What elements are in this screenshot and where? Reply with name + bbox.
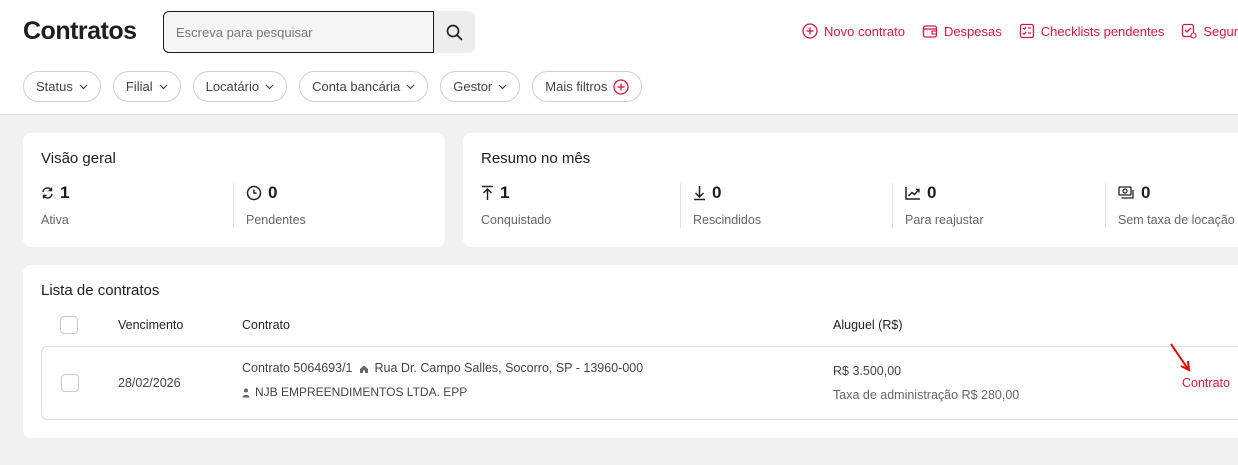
filter-manager[interactable]: Gestor [440, 71, 521, 102]
plus-circle-icon [613, 78, 630, 95]
overview-card: Visão geral 1 Ativa 0 Pendentes [23, 133, 445, 247]
column-due[interactable]: Vencimento [118, 318, 183, 332]
new-contract-label: Novo contrato [824, 23, 905, 39]
chevron-down-icon [79, 84, 88, 89]
home-icon [359, 365, 368, 373]
filter-branch[interactable]: Filial [112, 71, 181, 102]
row-checkbox[interactable] [61, 374, 79, 392]
row-tenant-line: NJB EMPREENDIMENTOS LTDA. EPP [242, 385, 467, 399]
stat-terminated-label: Rescindidos [693, 213, 762, 227]
stat-terminated: 0 Rescindidos [693, 183, 761, 227]
filter-bank-account-label: Conta bancária [312, 79, 401, 94]
row-contract-id[interactable]: Contrato 5064693/1 [242, 361, 353, 375]
contract-link[interactable]: Contrato [1182, 376, 1230, 390]
search-input[interactable] [163, 11, 434, 53]
filter-tenant[interactable]: Locatário [192, 71, 288, 102]
top-bar: Contratos Novo contrato Despesas Checkli… [0, 0, 1238, 115]
filter-manager-label: Gestor [453, 79, 493, 94]
divider [892, 183, 893, 228]
chevron-down-icon [406, 84, 415, 89]
column-rent[interactable]: Aluguel (R$) [833, 318, 902, 332]
month-summary-card: Resumo no mês 1 Conquistado 0 Rescindido… [463, 133, 1238, 247]
wallet-icon [922, 25, 938, 38]
arrow-up-icon [482, 185, 493, 200]
chevron-down-icon [498, 84, 507, 89]
search-icon [446, 24, 463, 40]
filter-branch-label: Filial [125, 79, 153, 94]
stat-active: 1 Ativa [41, 183, 69, 227]
overview-title: Visão geral [41, 150, 116, 167]
more-filters-button[interactable]: Mais filtros [532, 71, 643, 102]
contract-list-title: Lista de contratos [41, 282, 160, 299]
stat-no-fee-value: 0 [1141, 183, 1151, 202]
row-tenant: NJB EMPREENDIMENTOS LTDA. EPP [255, 385, 468, 399]
expenses-button[interactable]: Despesas [922, 23, 1002, 39]
row-address: Rua Dr. Campo Salles, Socorro, SP - 1396… [374, 361, 644, 375]
divider [233, 183, 234, 228]
stat-pending-value-row: 0 [246, 183, 306, 203]
page-title: Contratos [23, 17, 137, 45]
stat-pending-value: 0 [268, 183, 278, 202]
stat-won-label: Conquistado [481, 213, 552, 227]
stat-pending: 0 Pendentes [246, 183, 306, 227]
chevron-down-icon [159, 84, 168, 89]
expenses-label: Despesas [943, 23, 1002, 39]
stat-active-value-row: 1 [41, 183, 69, 203]
pointer-arrow-icon [1170, 343, 1191, 372]
stat-pending-label: Pendentes [246, 213, 306, 227]
stat-readjust-value-row: 0 [905, 183, 984, 203]
checklist-icon [1019, 23, 1034, 39]
search-bar [163, 11, 475, 53]
new-contract-button[interactable]: Novo contrato [802, 23, 905, 39]
month-summary-title: Resumo no mês [481, 150, 591, 167]
refresh-icon [42, 187, 53, 199]
more-filters-label: Mais filtros [545, 79, 608, 94]
divider [1105, 183, 1106, 228]
stat-readjust: 0 Para reajustar [905, 183, 984, 227]
filter-bar: Status Filial Locatário Conta bancária G… [23, 71, 654, 102]
stat-won-value-row: 1 [481, 183, 551, 203]
stat-no-fee: 0 Sem taxa de locação [1118, 183, 1235, 227]
stat-readjust-value: 0 [927, 183, 937, 202]
row-due-date: 28/02/2026 [118, 376, 181, 390]
plus-circle-icon [802, 23, 818, 39]
chevron-down-icon [265, 84, 274, 89]
insurance-button[interactable]: Seguro [1181, 23, 1238, 39]
stat-active-value: 1 [60, 183, 70, 202]
stat-won: 1 Conquistado [481, 183, 551, 227]
stat-won-value: 1 [500, 183, 510, 202]
column-contract[interactable]: Contrato [242, 318, 290, 332]
header-actions: Novo contrato Despesas Checklists penden… [802, 23, 1238, 39]
filter-status-label: Status [36, 79, 73, 94]
pending-checklists-label: Checklists pendentes [1040, 23, 1165, 39]
table-row[interactable] [41, 346, 1238, 420]
clock-icon [246, 185, 262, 201]
trend-up-icon [905, 187, 920, 200]
stat-readjust-label: Para reajustar [905, 213, 984, 227]
filter-bank-account[interactable]: Conta bancária [299, 71, 429, 102]
insurance-icon [1182, 23, 1197, 39]
row-admin-fee: Taxa de administração R$ 280,00 [833, 388, 1020, 402]
select-all-checkbox[interactable] [60, 316, 78, 334]
stat-no-fee-value-row: 0 [1118, 183, 1235, 203]
filter-tenant-label: Locatário [205, 79, 260, 94]
insurance-label: Seguro [1203, 23, 1238, 39]
divider [680, 183, 681, 228]
pending-checklists-button[interactable]: Checklists pendentes [1019, 23, 1165, 39]
stat-terminated-value: 0 [712, 183, 722, 202]
stat-active-label: Ativa [41, 213, 69, 227]
row-rent: R$ 3.500,00 [833, 364, 902, 378]
search-button[interactable] [434, 11, 475, 53]
stat-no-fee-label: Sem taxa de locação [1118, 213, 1235, 227]
stat-terminated-value-row: 0 [693, 183, 761, 203]
money-icon [1118, 186, 1134, 199]
person-icon [242, 388, 250, 398]
row-contract-line: Contrato 5064693/1 Rua Dr. Campo Salles, … [242, 361, 643, 375]
arrow-down-icon [694, 186, 705, 201]
filter-status[interactable]: Status [23, 71, 101, 102]
